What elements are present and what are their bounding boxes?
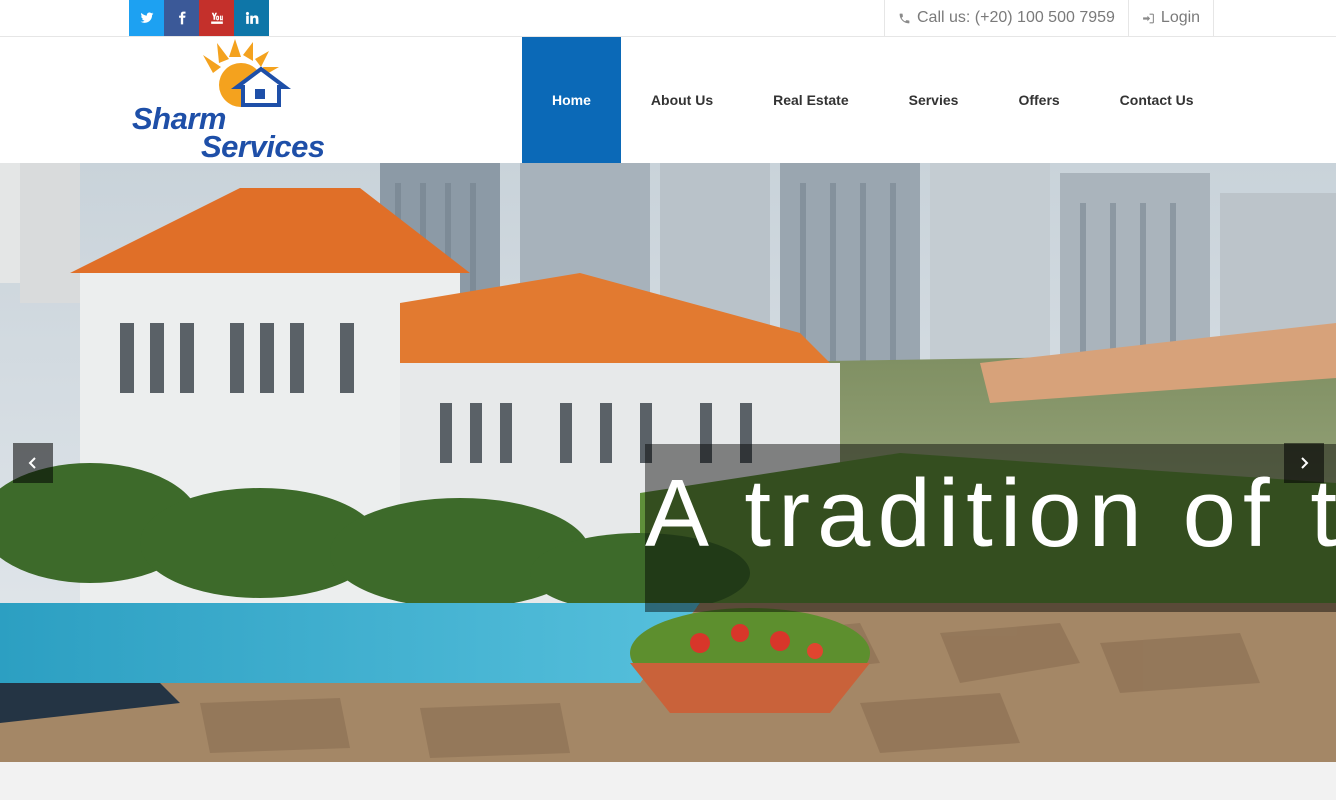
call-us[interactable]: Call us: (+20) 100 500 7959 bbox=[884, 0, 1128, 36]
logo[interactable]: Sharm Services bbox=[131, 39, 331, 164]
login-link[interactable]: Login bbox=[1127, 0, 1215, 36]
linkedin-icon bbox=[245, 11, 258, 24]
facebook-link[interactable] bbox=[164, 0, 199, 36]
nav-contact-us[interactable]: Contact Us bbox=[1090, 37, 1224, 163]
twitter-icon bbox=[140, 12, 153, 23]
sign-in-icon bbox=[1143, 13, 1154, 23]
hero-slider: A tradition of trust bbox=[0, 163, 1336, 762]
main-nav: Home About Us Real Estate Servies Offers… bbox=[522, 37, 1224, 163]
sun-house-icon bbox=[203, 39, 291, 107]
logo-word-services: Services bbox=[201, 129, 325, 164]
nav-offers[interactable]: Offers bbox=[988, 37, 1089, 163]
nav-services[interactable]: Servies bbox=[879, 37, 989, 163]
login-text: Login bbox=[1160, 9, 1201, 26]
youtube-icon bbox=[210, 12, 223, 24]
nav-home[interactable]: Home bbox=[522, 37, 621, 163]
nav-about-us[interactable]: About Us bbox=[621, 37, 743, 163]
phone-icon bbox=[899, 13, 910, 23]
facebook-icon bbox=[178, 11, 185, 25]
slide-caption: A tradition of trust bbox=[645, 444, 1336, 612]
call-us-text: Call us: (+20) 100 500 7959 bbox=[917, 9, 1115, 26]
page-section-below bbox=[0, 762, 1336, 800]
nav-real-estate[interactable]: Real Estate bbox=[743, 37, 878, 163]
linkedin-link[interactable] bbox=[234, 0, 269, 36]
slider-prev-button[interactable] bbox=[13, 443, 53, 483]
chevron-left-icon bbox=[28, 457, 36, 469]
chevron-right-icon bbox=[1301, 457, 1309, 469]
youtube-link[interactable] bbox=[199, 0, 234, 36]
slider-next-button[interactable] bbox=[1284, 443, 1324, 483]
twitter-link[interactable] bbox=[129, 0, 164, 36]
top-contact: Call us: (+20) 100 500 7959 Login bbox=[884, 0, 1215, 36]
slide-caption-text: A tradition of trust bbox=[645, 460, 1336, 567]
header: Sharm Services Home About Us Real Estate… bbox=[0, 37, 1336, 164]
top-bar: Call us: (+20) 100 500 7959 Login bbox=[0, 0, 1336, 37]
social-links bbox=[129, 0, 269, 36]
